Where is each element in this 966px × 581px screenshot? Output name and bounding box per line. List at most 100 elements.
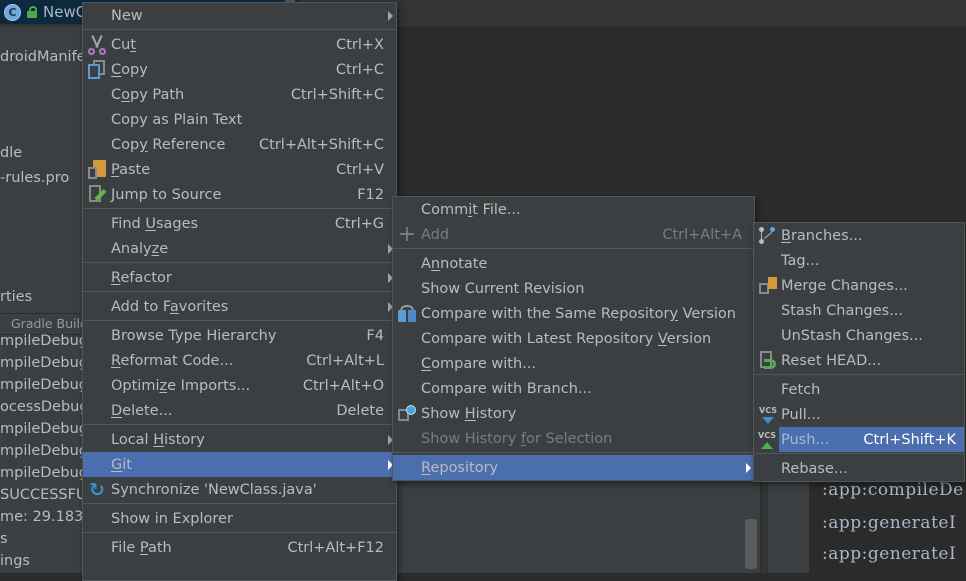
paste-icon — [87, 160, 107, 180]
menu-item-label: Compare with Latest Repository Version — [421, 330, 712, 347]
menu-item-label: Paste — [111, 161, 151, 178]
copy-icon — [87, 60, 107, 80]
menu-item-label: Delete... — [111, 402, 173, 419]
menu-item-shortcut: Ctrl+G — [334, 215, 384, 232]
build-output-line: mpileDebug — [0, 421, 88, 437]
repository-menu-item-reset-head[interactable]: Reset HEAD... — [754, 348, 964, 373]
project-tree-item[interactable]: -rules.pro — [0, 170, 69, 186]
git-menu-item-compare-with-latest-repository-version[interactable]: Compare with Latest Repository Version — [393, 326, 754, 351]
project-tree-item[interactable]: droidManife — [0, 49, 86, 65]
menu-item-label: Push... — [781, 431, 830, 448]
git-menu-item-annotate[interactable]: Annotate — [393, 251, 754, 276]
menu-item-label: Copy — [111, 61, 148, 78]
build-output-line: ocessDebug — [0, 399, 89, 415]
menu-item-label: Synchronize 'NewClass.java' — [111, 481, 317, 498]
git-menu-item-show-history[interactable]: Show History — [393, 401, 754, 426]
menu-item-label: Copy Reference — [111, 136, 226, 153]
project-tree-item[interactable]: rties — [0, 289, 32, 305]
gradle-build-tab[interactable]: Gradle Build — [0, 313, 90, 335]
build-output-line: me: 29.183 — [0, 509, 84, 525]
repository-menu-item-rebase[interactable]: Rebase... — [754, 456, 964, 481]
build-output-line: mpileDebug — [0, 465, 88, 481]
context-menu-item-add-to-favorites[interactable]: Add to Favorites — [83, 294, 396, 319]
build-output-line: mpileDebug — [0, 377, 88, 393]
console-gutter — [760, 480, 768, 573]
build-output-line: SUCCESSFUL — [0, 487, 95, 503]
menu-item-shortcut: Ctrl+Alt+L — [306, 352, 384, 369]
repository-menu-item-merge-changes[interactable]: Merge Changes... — [754, 273, 964, 298]
context-menu-item-paste[interactable]: Paste Ctrl+V — [83, 157, 396, 182]
context-menu-item-jump-to-source[interactable]: Jump to Source F12 — [83, 182, 396, 207]
context-menu: New Cut Ctrl+X Copy Ctrl+C Copy Path Ctrl+Shif… — [82, 2, 397, 581]
menu-item-label: Copy as Plain Text — [111, 111, 243, 128]
repository-menu-item-unstash-changes[interactable]: UnStash Changes... — [754, 323, 964, 348]
menu-item-label: File Path — [111, 539, 172, 556]
context-menu-item-git[interactable]: Git — [83, 452, 396, 477]
context-menu-item-copy-as-plain-text[interactable]: Copy as Plain Text — [83, 107, 396, 132]
context-menu-item-reformat-code[interactable]: Reformat Code... Ctrl+Alt+L — [83, 348, 396, 373]
context-menu-item-copy[interactable]: Copy Ctrl+C — [83, 57, 396, 82]
context-menu-item-copy-reference[interactable]: Copy Reference Ctrl+Alt+Shift+C — [83, 132, 396, 157]
menu-item-label: Add — [421, 226, 450, 243]
repository-menu-item-branches[interactable]: Branches... — [754, 223, 964, 248]
menu-item-label: Compare with... — [421, 355, 536, 372]
context-menu-item-file-path[interactable]: File Path Ctrl+Alt+F12 — [83, 535, 396, 560]
menu-item-label: Find Usages — [111, 215, 199, 232]
menu-item-label: Show Current Revision — [421, 280, 585, 297]
context-menu-item-copy-path[interactable]: Copy Path Ctrl+Shift+C — [83, 82, 396, 107]
menu-item-shortcut: Ctrl+Shift+C — [290, 86, 384, 103]
git-menu-item-show-current-revision[interactable]: Show Current Revision — [393, 276, 754, 301]
git-submenu: Commit File... + Add Ctrl+Alt+A Annotate Show… — [392, 196, 755, 481]
context-menu-item-refactor[interactable]: Refactor — [83, 265, 396, 290]
menu-item-shortcut: Ctrl+C — [335, 61, 384, 78]
context-menu-item-show-in-explorer[interactable]: Show in Explorer — [83, 506, 396, 531]
context-menu-item-synchronize-newclass-java[interactable]: ↻ Synchronize 'NewClass.java' — [83, 477, 396, 502]
repository-menu-item-push[interactable]: VCS Push... Ctrl+Shift+K — [758, 427, 964, 452]
menu-item-label: Local History — [111, 431, 205, 448]
git-menu-item-compare-with[interactable]: Compare with... — [393, 351, 754, 376]
menu-item-label: Repository — [421, 459, 499, 476]
console-line: :app:generateI — [822, 513, 957, 533]
context-menu-item-analyze[interactable]: Analyze — [83, 236, 396, 261]
menu-item-label: Show in Explorer — [111, 510, 233, 527]
git-menu-item-commit-file[interactable]: Commit File... — [393, 197, 754, 222]
history-icon — [397, 404, 417, 424]
repository-menu-item-fetch[interactable]: Fetch — [754, 377, 964, 402]
jump-to-source-icon — [87, 185, 107, 205]
context-menu-item-optimize-imports[interactable]: Optimize Imports... Ctrl+Alt+O — [83, 373, 396, 398]
unlocked-icon — [27, 6, 37, 18]
menu-item-label: Stash Changes... — [781, 302, 904, 319]
menu-item-shortcut: F12 — [357, 186, 384, 203]
git-menu-item-show-history-for-selection[interactable]: Show History for Selection — [393, 426, 754, 451]
git-menu-item-add[interactable]: + Add Ctrl+Alt+A — [393, 222, 754, 247]
menu-item-label: Show History — [421, 405, 517, 422]
git-menu-item-repository[interactable]: Repository — [393, 455, 754, 480]
build-output-line: mpileDebug — [0, 443, 88, 459]
project-tree-item[interactable]: dle — [0, 145, 22, 161]
context-menu-item-browse-type-hierarchy[interactable]: Browse Type Hierarchy F4 — [83, 323, 396, 348]
menu-item-label: Browse Type Hierarchy — [111, 327, 277, 344]
scissors-icon — [87, 35, 107, 55]
context-menu-item-cut[interactable]: Cut Ctrl+X — [83, 32, 396, 57]
build-output-panel: mpileDebug mpileDebug mpileDebug ocessDe… — [0, 333, 95, 573]
scrollbar-thumb[interactable] — [745, 519, 757, 569]
git-menu-item-compare-with-the-same-repository-version[interactable]: Compare with the Same Repository Version — [393, 301, 754, 326]
console-output: :app:compileDe :app:generateI :app:gener… — [810, 480, 966, 573]
repository-menu-item-pull[interactable]: VCS Pull... — [754, 402, 964, 427]
context-menu-item-local-history[interactable]: Local History — [83, 427, 396, 452]
git-menu-item-compare-with-branch[interactable]: Compare with Branch... — [393, 376, 754, 401]
menu-item-label: UnStash Changes... — [781, 327, 923, 344]
submenu-arrow-icon — [388, 11, 393, 21]
menu-item-label: Commit File... — [421, 201, 521, 218]
context-menu-item-delete[interactable]: Delete... Delete — [83, 398, 396, 423]
project-tree-panel: droidManife dle -rules.pro rties — [0, 27, 90, 317]
menu-item-label: Copy Path — [111, 86, 185, 103]
menu-item-shortcut: Ctrl+Alt+A — [662, 226, 742, 243]
build-output-line: s — [0, 531, 8, 547]
repository-menu-item-tag[interactable]: Tag... — [754, 248, 964, 273]
compare-icon — [397, 304, 417, 324]
context-menu-item-new[interactable]: New — [83, 3, 396, 28]
vcs-pull-icon: VCS — [758, 405, 778, 425]
context-menu-item-find-usages[interactable]: Find Usages Ctrl+G — [83, 211, 396, 236]
repository-menu-item-stash-changes[interactable]: Stash Changes... — [754, 298, 964, 323]
